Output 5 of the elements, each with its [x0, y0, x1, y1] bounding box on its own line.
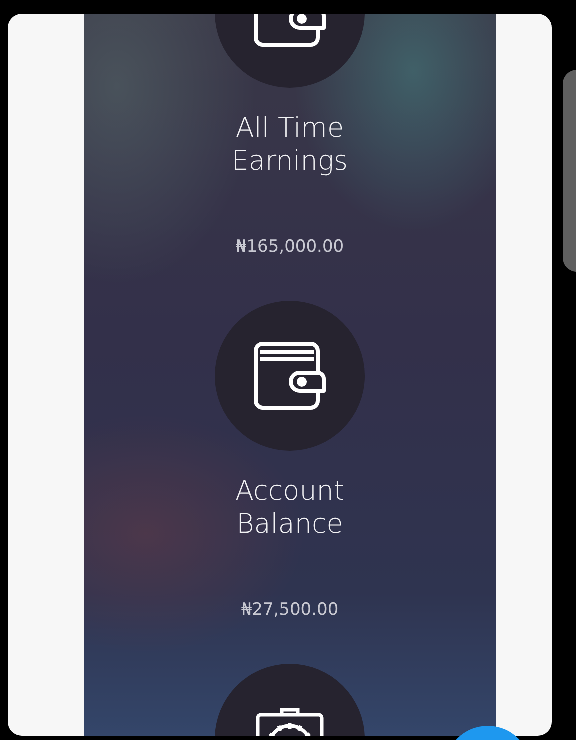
wallet-icon [252, 340, 328, 412]
stat-amount: ₦165,000.00 [236, 236, 344, 258]
stat-title: Account Balance [234, 475, 346, 541]
stat-amount: ₦27,500.00 [241, 599, 339, 621]
stat-title: All Time Earnings [230, 112, 350, 178]
